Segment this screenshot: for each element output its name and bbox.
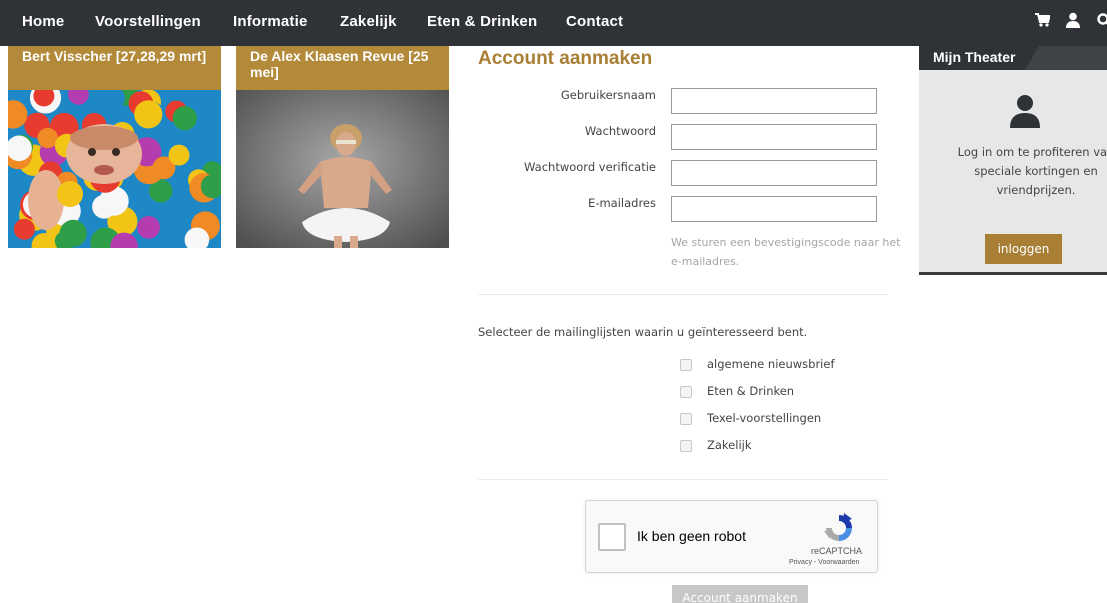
recaptcha-brand: reCAPTCHA [811, 546, 863, 556]
nav-eten-drinken[interactable]: Eten & Drinken [427, 13, 537, 30]
search-icon[interactable] [1096, 12, 1107, 32]
divider [478, 294, 888, 295]
create-account-button[interactable]: Account aanmaken [672, 585, 808, 603]
nav-informatie[interactable]: Informatie [233, 13, 308, 30]
email-input[interactable] [671, 196, 877, 222]
sidebar-header: Mijn Theater [919, 46, 1107, 70]
show-image-alex-klaasen [236, 90, 449, 248]
password-verify-input[interactable] [671, 160, 877, 186]
email-label: E-mailadres [588, 196, 656, 210]
checkbox-algemene-nieuwsbrief[interactable] [680, 359, 692, 371]
password-label: Wachtwoord [584, 124, 656, 138]
sidebar-text: Log in om te profiteren van speciale kor… [957, 145, 1107, 197]
cart-icon[interactable] [1034, 12, 1051, 32]
username-label: Gebruikersnaam [560, 88, 656, 102]
user-icon [1010, 94, 1040, 128]
user-icon[interactable] [1066, 12, 1080, 32]
nav-contact[interactable]: Contact [566, 13, 623, 30]
login-button[interactable]: inloggen [985, 234, 1062, 264]
nav-home[interactable]: Home [22, 13, 64, 30]
username-input[interactable] [671, 88, 877, 114]
form-title: Account aanmaken [478, 48, 653, 69]
show-image-bert-visscher [8, 81, 221, 248]
recaptcha-label: Ik ben geen robot [637, 528, 746, 544]
sidebar-title: Mijn Theater [933, 49, 1016, 65]
recaptcha-logo-icon [822, 511, 856, 545]
checkbox-zakelijk[interactable] [680, 440, 692, 452]
show-card-alex-klaasen[interactable]: De Alex Klaasen Revue [25 mei] [236, 46, 449, 248]
checkbox-label: Texel-voorstellingen [707, 411, 822, 425]
checkbox-label: Eten & Drinken [707, 384, 795, 398]
checkbox-texel-voorstellingen[interactable] [680, 413, 692, 425]
recaptcha-links[interactable]: Privacy - Voorwaarden [789, 559, 859, 566]
recaptcha-checkbox[interactable] [598, 523, 626, 551]
nav-voorstellingen[interactable]: Voorstellingen [95, 13, 201, 30]
mailing-intro: Selecteer de mailinglijsten waarin u geï… [478, 325, 808, 339]
recaptcha-widget: Ik ben geen robot reCAPTCHA Privacy - Vo… [585, 500, 878, 573]
divider [478, 479, 888, 480]
show-card-title: De Alex Klaasen Revue [25 mei] [236, 46, 449, 90]
password-input[interactable] [671, 124, 877, 150]
nav-zakelijk[interactable]: Zakelijk [340, 13, 397, 30]
email-hint: We sturen een bevestigingscode naar het … [671, 236, 901, 268]
checkbox-eten-drinken[interactable] [680, 386, 692, 398]
show-card-bert-visscher[interactable]: Bert Visscher [27,28,29 mrt] [8, 46, 221, 248]
checkbox-label: algemene nieuwsbrief [707, 357, 835, 371]
checkbox-label: Zakelijk [707, 438, 752, 452]
password-verify-label: Wachtwoord verificatie [524, 160, 656, 174]
show-card-title: Bert Visscher [27,28,29 mrt] [8, 46, 221, 90]
top-navbar: Home Voorstellingen Informatie Zakelijk … [0, 0, 1107, 46]
